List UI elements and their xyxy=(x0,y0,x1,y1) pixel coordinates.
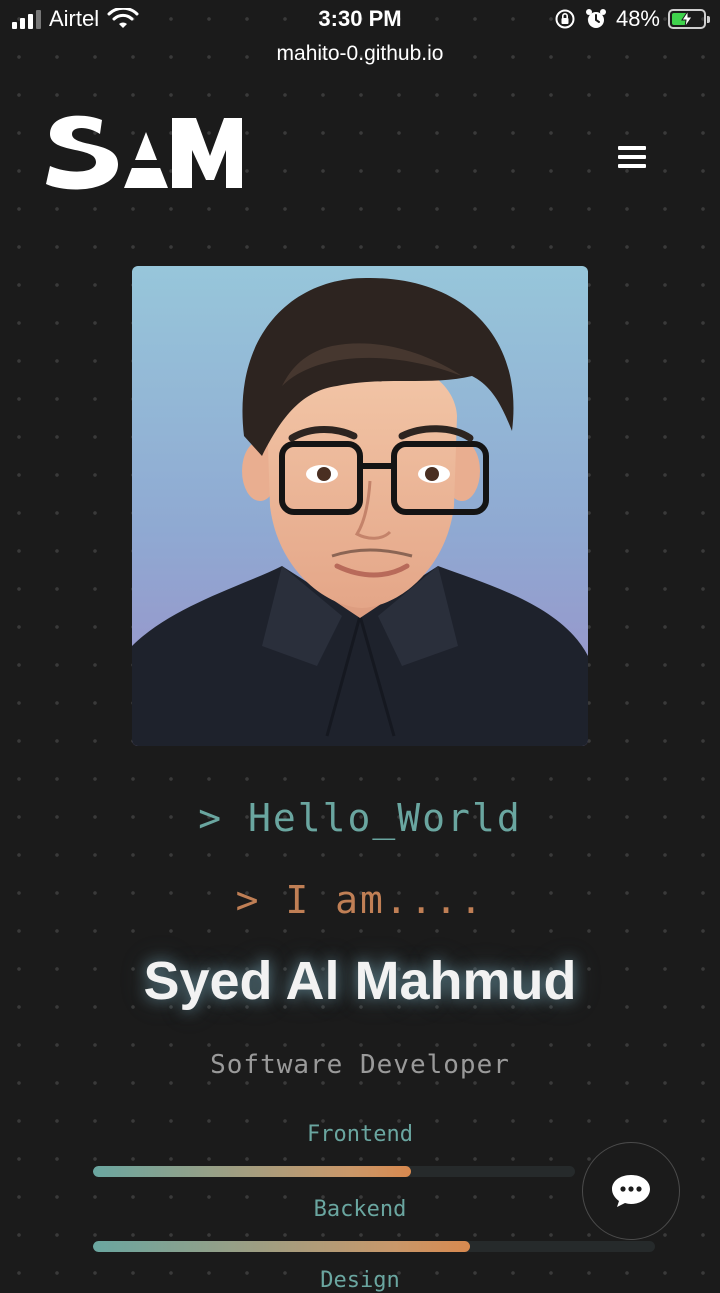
charging-bolt-icon xyxy=(681,11,693,27)
chat-button[interactable] xyxy=(582,1142,680,1240)
profile-avatar-image xyxy=(132,266,588,746)
skill-bar-fill xyxy=(93,1166,412,1177)
battery-icon xyxy=(668,9,710,29)
sam-logo[interactable] xyxy=(44,112,244,192)
intro-text: > I am.... xyxy=(235,878,485,922)
skill-label-design: Design xyxy=(320,1268,400,1293)
alarm-icon xyxy=(585,9,606,28)
skill-bar-frontend xyxy=(93,1166,575,1177)
status-right: 48% xyxy=(554,6,710,32)
chat-bubble-icon xyxy=(612,1175,650,1207)
address-bar-url[interactable]: mahito-0.github.io xyxy=(0,42,720,66)
status-bar: Airtel 3:30 PM 48% xyxy=(0,0,720,40)
skill-label-frontend: Frontend xyxy=(307,1122,413,1147)
orientation-lock-icon xyxy=(555,9,575,29)
menu-button[interactable] xyxy=(612,140,652,176)
role-subtitle: Software Developer xyxy=(210,1050,510,1080)
skill-bar-backend xyxy=(93,1241,655,1252)
full-name-heading: Syed Al Mahmud xyxy=(143,951,577,1011)
battery-percent: 48% xyxy=(615,6,660,31)
skill-bar-fill xyxy=(93,1241,470,1252)
hello-world-text: > Hello_World xyxy=(198,796,522,840)
